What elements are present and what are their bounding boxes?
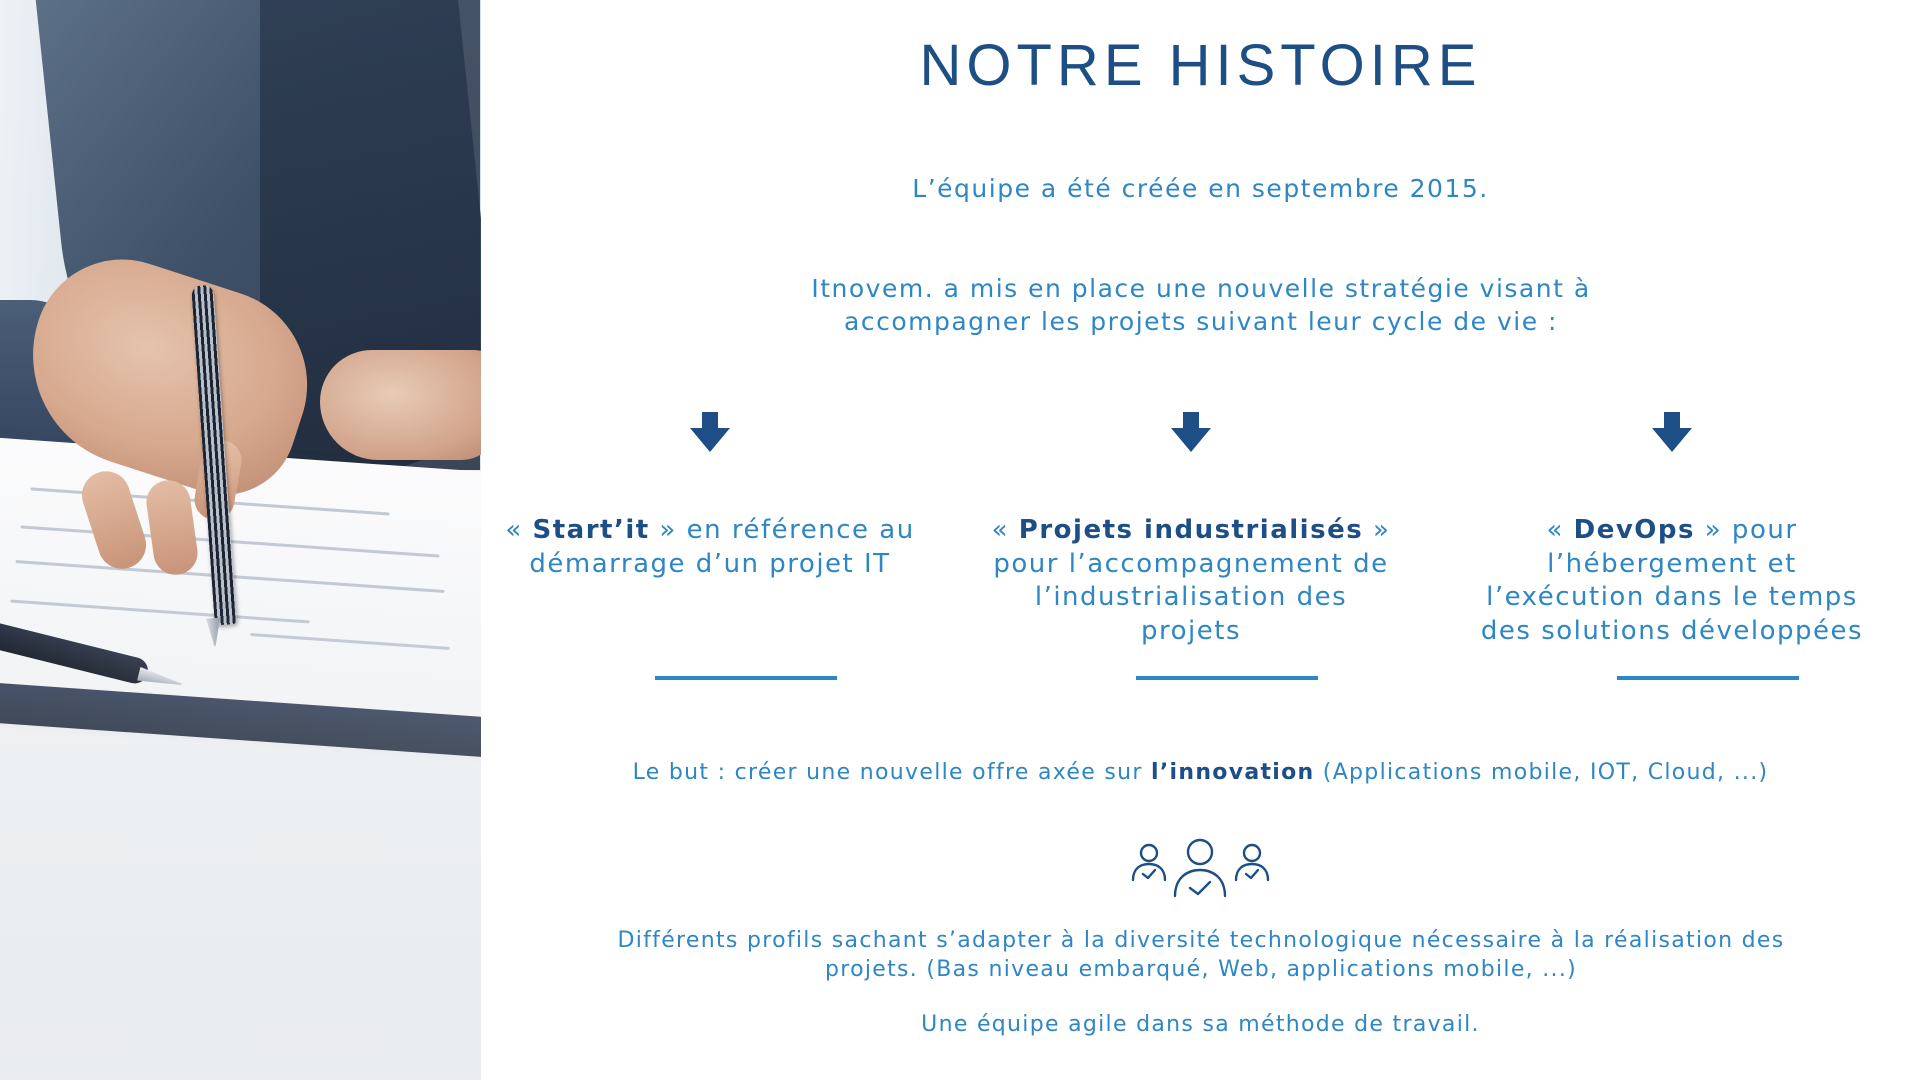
divider	[1136, 676, 1318, 680]
divider	[1617, 676, 1799, 680]
column-highlight: DevOps	[1573, 515, 1695, 545]
column-highlight: Projets industrialisés	[1018, 515, 1364, 545]
column-text: « DevOps » pour l’hébergement et l’exécu…	[1480, 515, 1864, 646]
hero-photo	[0, 0, 481, 1080]
arrow-down-icon	[1652, 412, 1692, 452]
page-title: NOTRE HISTOIRE	[919, 33, 1482, 98]
intro-strategy: Itnovem. a mis en place une nouvelle str…	[811, 274, 1591, 336]
column-highlight: Start’it	[532, 515, 650, 545]
goal-highlight: l’innovation	[1151, 760, 1315, 785]
lifecycle-column-industrialises: « Projets industrialisés » pour l’accomp…	[986, 410, 1396, 710]
team-users-icon	[1131, 838, 1270, 898]
intro-founded: L’équipe a été créée en septembre 2015.	[912, 174, 1489, 203]
arrow-down-icon	[1171, 412, 1211, 452]
divider	[655, 676, 837, 680]
profiles-text: Différents profils sachant s’adapter à l…	[617, 928, 1785, 982]
goal-text: Le but : créer une nouvelle offre axée s…	[632, 760, 1769, 785]
lifecycle-column-devops: « DevOps » pour l’hébergement et l’exécu…	[1467, 410, 1877, 710]
lifecycle-column-startit: « Start’it » en référence au démarrage d…	[505, 410, 915, 710]
main-content: NOTRE HISTOIRE L’équipe a été créée en s…	[481, 0, 1920, 1080]
arrow-down-icon	[690, 412, 730, 452]
column-text: « Start’it » en référence au démarrage d…	[505, 515, 915, 579]
column-text: « Projets industrialisés » pour l’accomp…	[991, 515, 1391, 646]
agile-text: Une équipe agile dans sa méthode de trav…	[921, 1012, 1480, 1037]
